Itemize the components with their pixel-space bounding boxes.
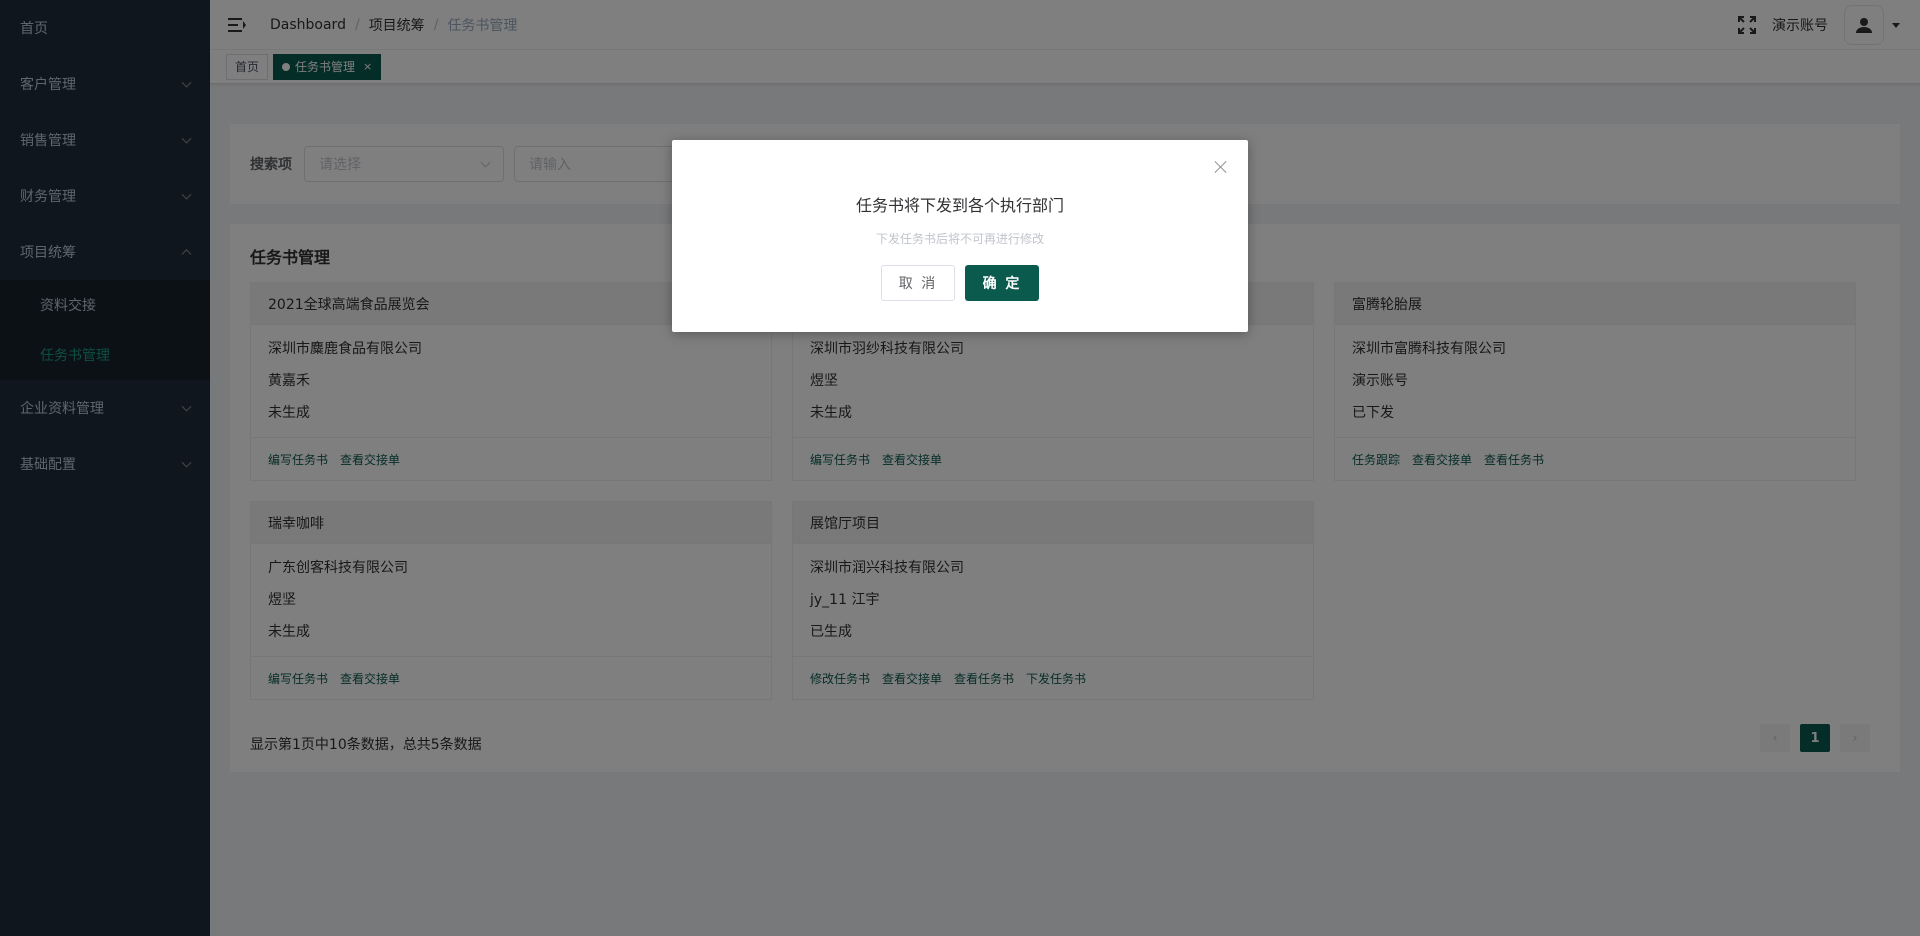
confirm-dialog: 任务书将下发到各个执行部门 下发任务书后将不可再进行修改 取 消 确 定	[672, 140, 1248, 332]
close-icon[interactable]	[1214, 160, 1228, 174]
dialog-buttons: 取 消 确 定	[672, 265, 1248, 301]
dialog-subtitle: 下发任务书后将不可再进行修改	[875, 232, 1044, 246]
confirm-button[interactable]: 确 定	[965, 265, 1039, 301]
cancel-button[interactable]: 取 消	[881, 265, 955, 301]
dialog-title: 任务书将下发到各个执行部门	[855, 196, 1064, 215]
